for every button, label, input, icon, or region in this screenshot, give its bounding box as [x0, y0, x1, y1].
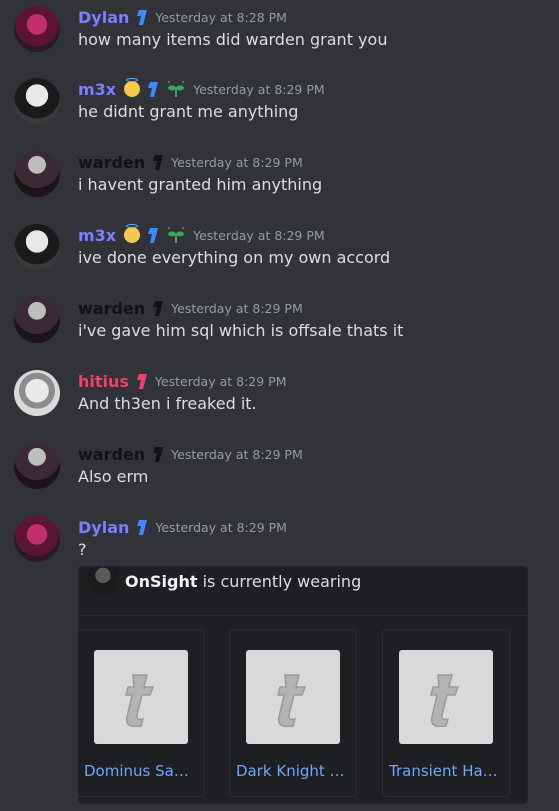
- role-badge-icon[interactable]: [136, 518, 148, 536]
- embed-header: OnSight is currently wearing: [87, 567, 361, 595]
- embed-suffix: is currently wearing: [197, 571, 362, 591]
- message-text: And th3en i freaked it.: [78, 394, 257, 413]
- item-card[interactable]: Dark Knight …: [229, 629, 357, 797]
- timestamp: Yesterday at 8:29 PM: [171, 300, 303, 316]
- role-badge-icon[interactable]: [136, 8, 148, 26]
- sprout-icon[interactable]: [166, 226, 186, 244]
- message: warden Yesterday at 8:29 PM i havent gra…: [0, 151, 559, 221]
- role-badge-icon[interactable]: [136, 372, 148, 390]
- avatar[interactable]: [14, 224, 60, 270]
- message: hitius Yesterday at 8:29 PM And th3en i …: [0, 370, 559, 440]
- message: Dylan Yesterday at 8:28 PM how many item…: [0, 6, 559, 76]
- timestamp: Yesterday at 8:29 PM: [171, 446, 303, 462]
- item-card[interactable]: Dominus Sa…: [77, 629, 205, 797]
- embed-avatar: [87, 567, 119, 595]
- avatar[interactable]: [14, 370, 60, 416]
- divider: [79, 615, 527, 616]
- timestamp: Yesterday at 8:28 PM: [155, 9, 287, 25]
- timestamp: Yesterday at 8:29 PM: [154, 373, 287, 389]
- timestamp: Yesterday at 8:29 PM: [193, 227, 325, 243]
- role-badge-icon[interactable]: [152, 445, 164, 463]
- username[interactable]: warden: [78, 153, 145, 172]
- message-text: he didnt grant me anything: [78, 102, 299, 121]
- message-text: ?: [78, 540, 87, 559]
- item-link[interactable]: Dominus Sa…: [84, 762, 200, 780]
- role-badge-icon[interactable]: [147, 80, 159, 98]
- username[interactable]: m3x: [78, 226, 116, 245]
- item-link[interactable]: Dark Knight …: [236, 762, 352, 780]
- item-thumbnail-icon: [94, 650, 188, 744]
- message: warden Yesterday at 8:29 PM Also erm: [0, 443, 559, 513]
- message: warden Yesterday at 8:29 PM i've gave hi…: [0, 297, 559, 367]
- avatar[interactable]: [14, 516, 60, 562]
- username[interactable]: hitius: [78, 372, 129, 391]
- timestamp: Yesterday at 8:29 PM: [171, 154, 303, 170]
- timestamp: Yesterday at 8:29 PM: [155, 519, 287, 535]
- message-text: Also erm: [78, 467, 149, 486]
- avatar[interactable]: [14, 6, 60, 52]
- message-text: how many items did warden grant you: [78, 30, 388, 49]
- username[interactable]: Dylan: [78, 8, 129, 27]
- message-text: i've gave him sql which is offsale thats…: [78, 321, 404, 340]
- message: m3x Yesterday at 8:29 PM ive done everyt…: [0, 224, 559, 294]
- halo-smile-emoji-icon: [124, 78, 141, 97]
- timestamp: Yesterday at 8:29 PM: [193, 81, 325, 97]
- item-thumbnail-icon: [399, 650, 493, 744]
- username[interactable]: m3x: [78, 80, 116, 99]
- username[interactable]: warden: [78, 299, 145, 318]
- message: m3x Yesterday at 8:29 PM he didnt grant …: [0, 78, 559, 148]
- item-thumbnail-icon: [246, 650, 340, 744]
- wearing-embed: OnSight is currently wearing Dominus Sa……: [77, 566, 528, 804]
- embed-user: OnSight: [125, 571, 198, 591]
- avatar[interactable]: [14, 78, 60, 124]
- item-card[interactable]: Transient Ha…: [382, 629, 510, 797]
- message-text: i havent granted him anything: [78, 175, 323, 194]
- message-text: ive done everything on my own accord: [78, 248, 391, 267]
- role-badge-icon[interactable]: [152, 153, 164, 171]
- item-link[interactable]: Transient Ha…: [389, 762, 505, 780]
- sprout-icon[interactable]: [166, 80, 186, 98]
- embed-title: OnSight is currently wearing: [125, 572, 361, 591]
- role-badge-icon[interactable]: [152, 299, 164, 317]
- username[interactable]: Dylan: [78, 518, 129, 537]
- halo-smile-emoji-icon: [124, 224, 141, 243]
- username[interactable]: warden: [78, 445, 145, 464]
- avatar[interactable]: [14, 443, 60, 489]
- role-badge-icon[interactable]: [147, 226, 159, 244]
- avatar[interactable]: [14, 151, 60, 197]
- avatar[interactable]: [14, 297, 60, 343]
